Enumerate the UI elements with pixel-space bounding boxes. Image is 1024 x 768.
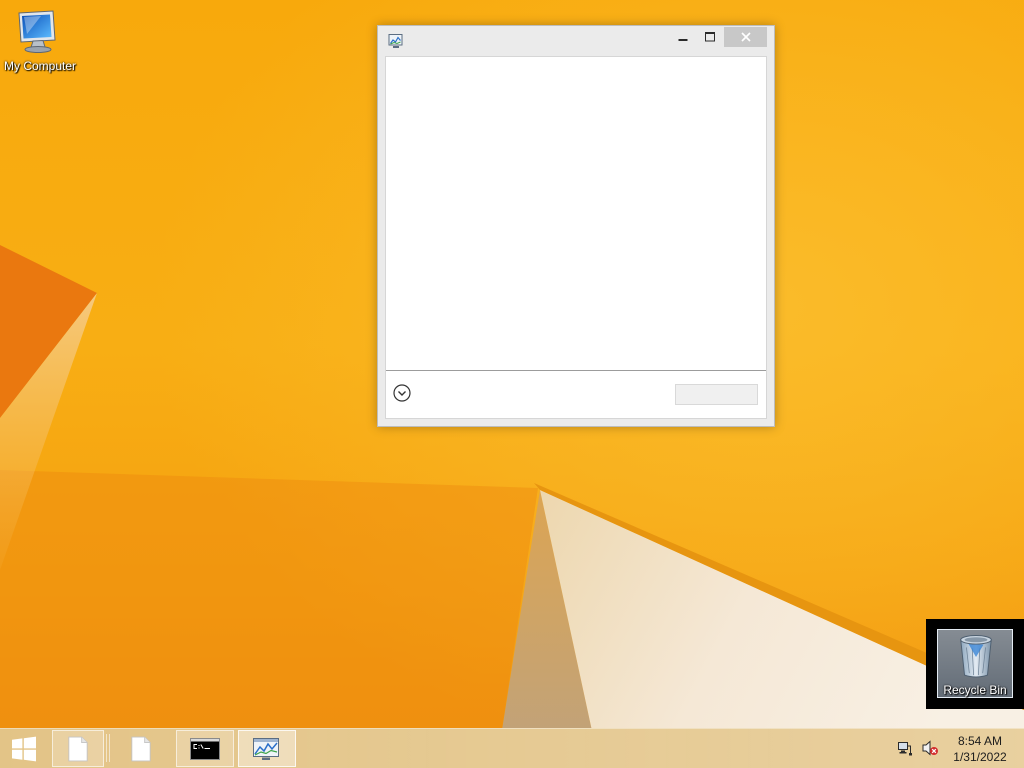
desktop-icon-label: My Computer (3, 59, 77, 73)
start-button[interactable] (4, 732, 44, 765)
desktop[interactable]: My Computer Recycle Bin 8:54 AM 1/31/202… (0, 0, 1024, 768)
close-button[interactable] (724, 27, 767, 47)
performance-monitor-icon (388, 34, 403, 48)
performance-monitor-icon (253, 737, 279, 760)
maximize-button[interactable] (696, 27, 723, 47)
taskbar-item-document[interactable] (52, 730, 104, 767)
taskbar-stack-indicator (106, 734, 107, 762)
taskbar-item-command-prompt[interactable] (176, 730, 234, 767)
recycle-bin-icon (960, 635, 992, 678)
minimize-button[interactable] (670, 27, 696, 47)
volume-muted-icon[interactable] (921, 739, 939, 757)
wallpaper-lower-plane (0, 470, 538, 768)
desktop-icon-label: Recycle Bin (943, 683, 1007, 697)
minimize-icon (678, 39, 688, 41)
document-icon (131, 736, 151, 761)
network-icon[interactable] (897, 740, 913, 756)
dialog-footer (386, 371, 766, 418)
taskbar-item-document[interactable] (112, 730, 170, 767)
taskbar-stack-indicator (109, 734, 110, 762)
dialog-window[interactable] (377, 25, 775, 427)
taskbar-item-performance-monitor[interactable] (238, 730, 296, 767)
windows-logo-icon (12, 736, 36, 761)
recycle-bin-tile: Recycle Bin (926, 619, 1024, 709)
clock-date: 1/31/2022 (953, 750, 1007, 764)
computer-icon (18, 10, 56, 53)
chevron-down-icon[interactable] (393, 384, 411, 402)
close-icon (740, 32, 751, 42)
command-prompt-icon (190, 737, 220, 760)
footer-action-button[interactable] (675, 384, 758, 405)
clock-time: 8:54 AM (957, 734, 1003, 748)
title-bar[interactable] (378, 26, 774, 56)
taskbar-clock[interactable]: 8:54 AM 1/31/2022 (948, 733, 1012, 765)
desktop-icon-my-computer[interactable]: My Computer (0, 6, 80, 74)
dialog-client-area (385, 56, 767, 419)
desktop-icon-recycle-bin[interactable]: Recycle Bin (937, 629, 1013, 698)
document-icon (68, 736, 88, 761)
dialog-content (386, 57, 766, 370)
maximize-icon (704, 32, 715, 42)
taskbar: 8:54 AM 1/31/2022 (0, 728, 1024, 768)
